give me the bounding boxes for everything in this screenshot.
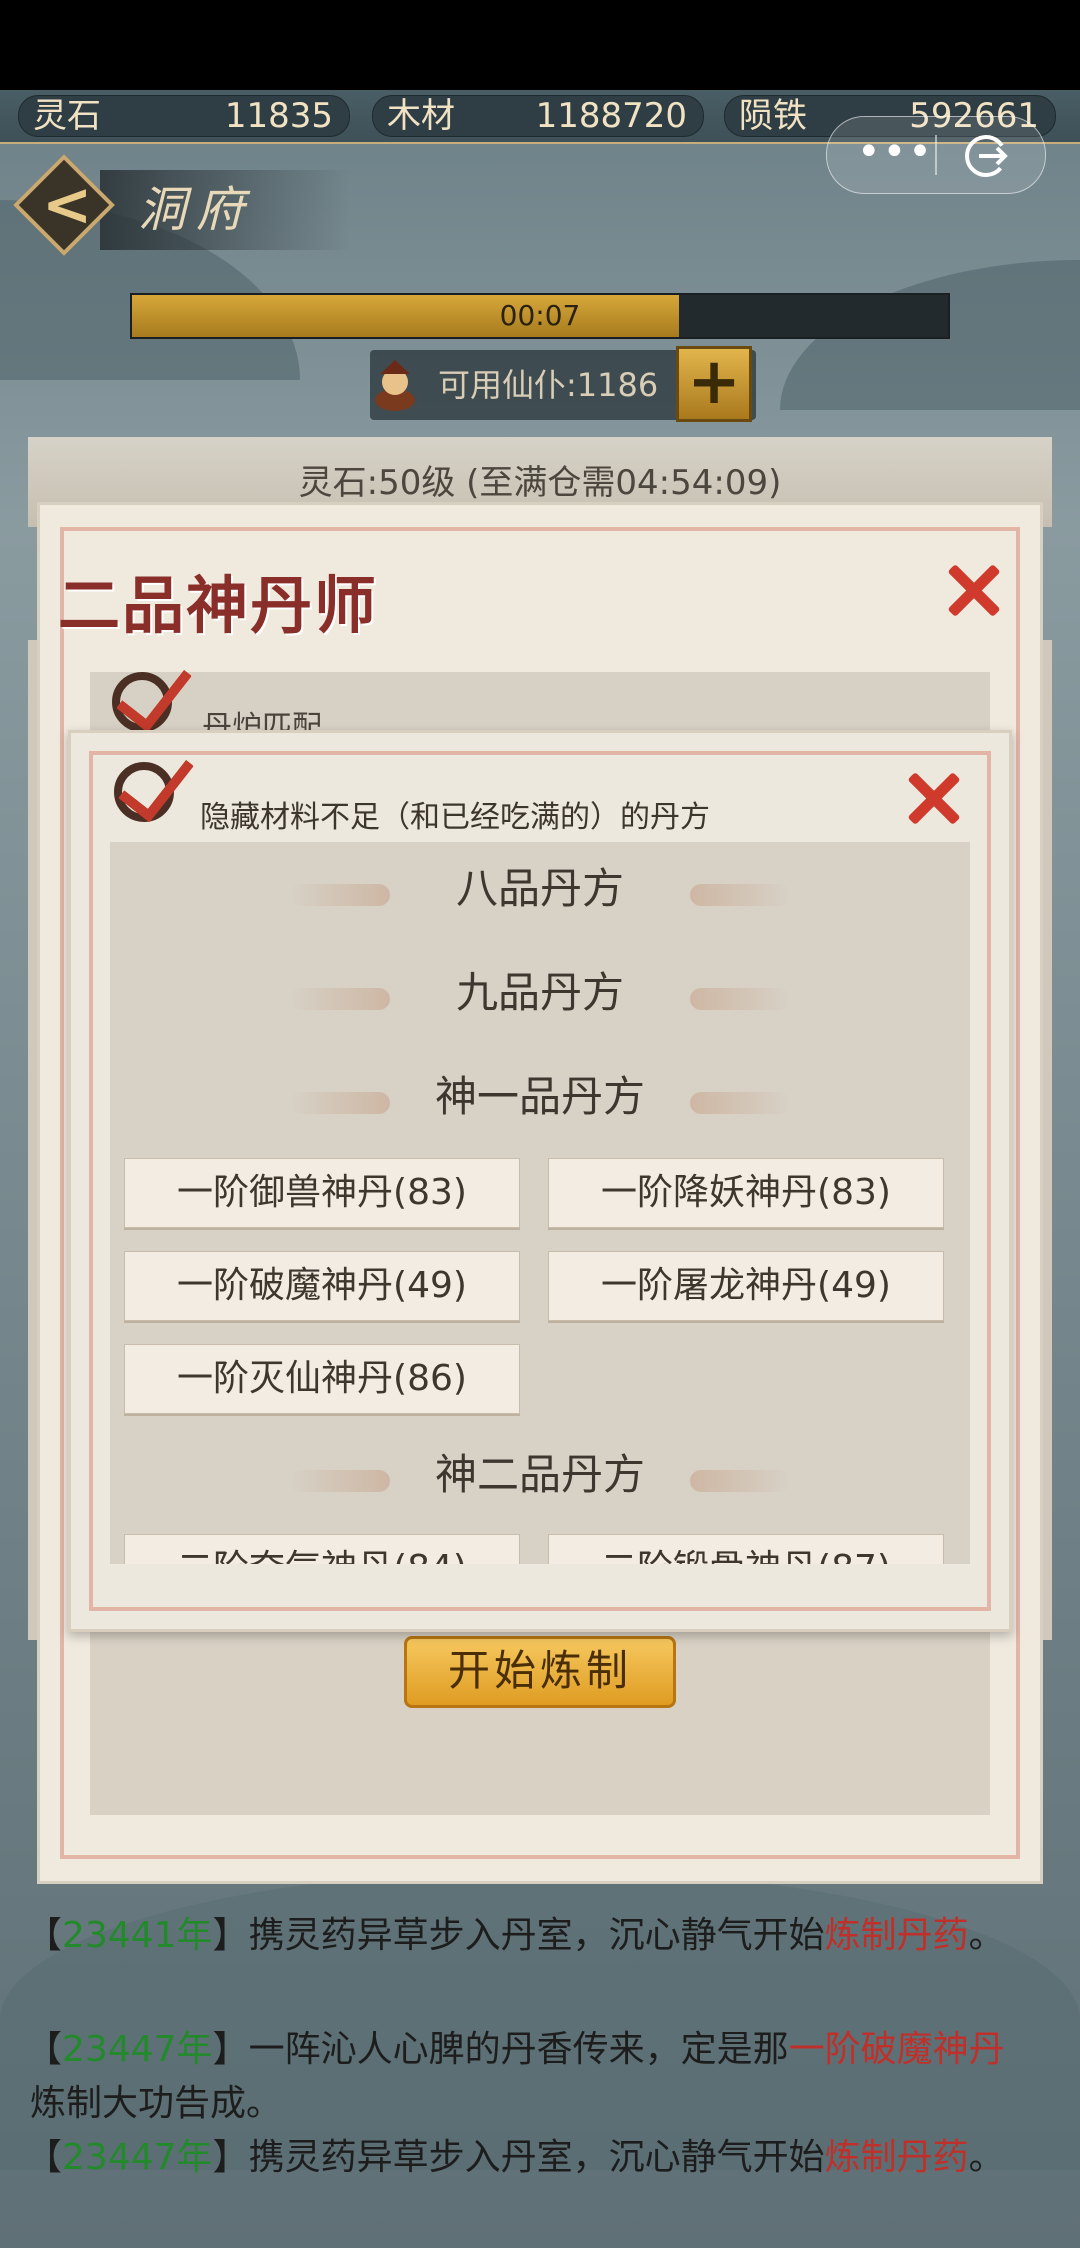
recipe-button[interactable]: 一阶破魔神丹(49)	[124, 1251, 520, 1321]
dialog-title: 二品神丹师	[58, 569, 379, 642]
close-dialog-button[interactable]	[944, 560, 1004, 620]
start-refining-button[interactable]: 开始炼制	[404, 1636, 676, 1708]
mini-program-capsule: •••	[826, 116, 1046, 194]
chevron-left-icon: <	[42, 170, 93, 240]
resource-label: 木材	[387, 96, 455, 136]
spirit-stone-info: 灵石:50级 (至满仓需04:54:09)	[298, 463, 782, 503]
grade-header: 神二品丹方	[110, 1440, 970, 1510]
grade-header: 九品丹方	[110, 958, 970, 1028]
grade-title: 九品丹方	[455, 968, 624, 1017]
log-entry: 【23441年】携灵药异草步入丹室，沉心静气开始炼制丹药。	[26, 1915, 1005, 1956]
hide-insufficient-label: 隐藏材料不足（和已经吃满的）的丹方	[200, 800, 710, 835]
close-popup-button[interactable]	[904, 768, 964, 828]
log-entry: 【23447年】一阵沁人心脾的丹香传来，定是那一阶破魔神丹	[26, 2029, 1005, 2070]
log-entry: 【23447年】携灵药异草步入丹室，沉心静气开始炼制丹药。	[26, 2137, 1005, 2178]
resource-label: 灵石	[33, 96, 101, 136]
checkbox-icon[interactable]	[112, 651, 192, 734]
grade-title: 神一品丹方	[434, 1072, 645, 1121]
resource-spirit-stone: 灵石 11835	[18, 95, 350, 137]
capsule-divider	[935, 135, 937, 175]
page-title: 洞府	[100, 170, 350, 250]
recipe-button[interactable]: 一阶屠龙神丹(49)	[548, 1251, 944, 1321]
servants-label: 可用仙仆:1186	[438, 366, 659, 404]
log-entry-continued: 炼制大功告成。	[30, 2083, 283, 2124]
recipe-button[interactable]: 二阶锻骨神丹(87)	[548, 1534, 944, 1564]
resource-value: 1188720	[535, 96, 687, 136]
back-button[interactable]: <	[13, 154, 115, 256]
grade-header: 八品丹方	[110, 854, 970, 924]
recipe-button[interactable]: 二阶夺气神丹(84)	[124, 1534, 520, 1564]
progress-timer: 00:07	[130, 293, 950, 339]
recipe-list[interactable]: 八品丹方 九品丹方 神一品丹方 一阶御兽神丹(83) 一阶降妖神丹(83) 一阶…	[110, 842, 970, 1564]
more-button[interactable]: •••	[857, 132, 932, 173]
resource-wood: 木材 1188720	[372, 95, 704, 137]
timer-text: 00:07	[499, 299, 581, 332]
resource-value: 11835	[224, 96, 333, 136]
grade-title: 八品丹方	[455, 864, 624, 913]
grade-title: 神二品丹方	[434, 1450, 645, 1499]
recipe-button[interactable]: 一阶御兽神丹(83)	[124, 1158, 520, 1228]
servant-icon	[370, 356, 420, 412]
status-bar	[0, 0, 1080, 90]
resource-label: 陨铁	[739, 96, 807, 136]
recipe-button[interactable]: 一阶灭仙神丹(86)	[124, 1344, 520, 1414]
add-servant-button[interactable]: +	[676, 346, 752, 422]
event-log: 【23441年】携灵药异草步入丹室，沉心静气开始炼制丹药。 【23447年】一阵…	[0, 1906, 1080, 2248]
exit-icon[interactable]	[961, 131, 1011, 181]
grade-header: 神一品丹方	[110, 1062, 970, 1132]
hide-insufficient-checkbox[interactable]	[114, 741, 194, 824]
recipe-button[interactable]: 一阶降妖神丹(83)	[548, 1158, 944, 1228]
